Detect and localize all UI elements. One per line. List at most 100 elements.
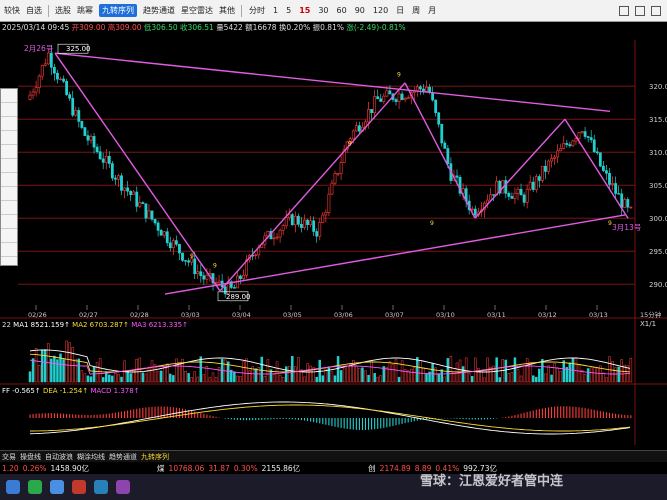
candle-body	[217, 280, 221, 283]
diff-label: FF -0.565↑	[2, 387, 41, 395]
nine-count-mark: 9	[190, 253, 194, 260]
candle-body	[107, 155, 111, 164]
volume-bar	[74, 358, 77, 383]
tab-nine-sequence[interactable]: 九转序列	[141, 452, 169, 462]
candle-body	[86, 135, 90, 141]
volume-bar	[236, 375, 239, 383]
volume-bar	[175, 358, 178, 383]
candle-body	[89, 136, 93, 141]
tab-auto-wave[interactable]: 自动波浪	[45, 452, 73, 462]
volume-bar	[147, 366, 151, 383]
volume-bar	[422, 367, 425, 383]
candle-body	[382, 95, 386, 102]
left-float-panel[interactable]	[0, 88, 18, 266]
volume-bar	[315, 376, 318, 383]
candle-body	[324, 212, 328, 216]
tab-operator-line[interactable]: 操盘线	[20, 452, 41, 462]
candle-body	[132, 191, 136, 195]
panel-row	[1, 229, 17, 243]
trend-line	[164, 214, 626, 295]
volume-bar	[71, 347, 74, 383]
nine-count-mark: 9	[397, 71, 401, 78]
volume-bar	[449, 355, 453, 383]
volume-bar	[367, 374, 370, 383]
volume-bar	[202, 374, 206, 383]
volume-bar	[162, 367, 166, 383]
volume-bar	[498, 377, 501, 383]
high-price-mark: 325.00	[66, 45, 91, 53]
candle-body	[296, 215, 300, 225]
volume-bar	[208, 377, 212, 383]
x-tick-label: 02/28	[130, 311, 149, 319]
volume-bar	[245, 358, 248, 383]
volume-bar	[358, 368, 361, 383]
y-tick-label: 305.00	[649, 182, 667, 190]
candle-body	[43, 63, 47, 66]
candle-body	[168, 242, 172, 249]
y-tick-label: 320.00	[649, 83, 667, 91]
volume-bar	[562, 360, 565, 383]
volume-bar	[342, 367, 346, 383]
volume-bar	[138, 357, 142, 383]
candle-body	[126, 187, 130, 192]
volume-bar	[525, 358, 529, 383]
volume-bar	[108, 374, 111, 383]
volume-bar	[547, 365, 550, 383]
volume-bar	[406, 370, 410, 383]
panel-row	[1, 159, 17, 173]
volume-bar	[528, 362, 532, 383]
candle-body	[123, 187, 126, 191]
candle-body	[120, 175, 123, 191]
x-tick-label: 03/07	[385, 311, 404, 319]
candle-body	[327, 193, 331, 213]
tab-trend-channel[interactable]: 趋势通道	[109, 452, 137, 462]
candle-body	[318, 222, 322, 237]
folder-icon[interactable]	[94, 480, 108, 494]
volume-bar	[120, 376, 123, 383]
volume-bar	[83, 373, 87, 383]
candle-body	[571, 140, 575, 147]
volume-bar	[126, 371, 129, 383]
nine-count-mark: 9	[430, 220, 434, 227]
volume-bar	[187, 373, 190, 383]
macd-diff-line	[29, 401, 631, 435]
ticker-center-a: 10768.06	[168, 463, 205, 473]
candle-body	[193, 258, 197, 275]
trading-app-icon[interactable]	[72, 480, 86, 494]
volume-bar	[291, 356, 294, 383]
candle-body	[437, 112, 441, 125]
volume-scale[interactable]: X1/1	[640, 320, 656, 328]
volume-bar	[391, 364, 395, 383]
browser-icon[interactable]	[50, 480, 64, 494]
tab-fuzzy-ma[interactable]: 糊涂均线	[77, 452, 105, 462]
candle-body	[516, 188, 520, 194]
candle-body	[583, 131, 587, 137]
volume-bar	[111, 375, 114, 383]
volume-bar	[474, 357, 477, 383]
excel-icon[interactable]	[28, 480, 42, 494]
candle-body	[254, 254, 258, 256]
candle-body	[568, 144, 572, 147]
candle-body	[162, 231, 166, 236]
dea-label: DEA -1.254↑	[42, 387, 89, 395]
candle-body	[428, 86, 431, 93]
candle-body	[309, 220, 313, 225]
candlestick-chart[interactable]: 290.00 295.00 300.00 305.00 310.00 315.00 320.…	[0, 0, 667, 450]
panel-row	[1, 187, 17, 201]
start-icon[interactable]	[6, 480, 20, 494]
candle-body	[46, 52, 50, 65]
tab-trade[interactable]: 交易	[2, 452, 16, 462]
candle-body	[56, 72, 59, 80]
volume-bar	[190, 377, 193, 383]
volume-bar	[95, 362, 99, 383]
app-icon[interactable]	[116, 480, 130, 494]
nine-count-mark: 9	[348, 141, 352, 148]
nine-count-mark: 9	[213, 263, 217, 270]
ticker-center-b: 31.87	[208, 463, 230, 473]
volume-bar	[28, 371, 32, 383]
candle-body	[614, 183, 618, 194]
volume-bar	[355, 365, 358, 383]
candle-body	[31, 91, 35, 96]
volume-bar	[333, 375, 337, 383]
candle-body	[388, 90, 392, 95]
